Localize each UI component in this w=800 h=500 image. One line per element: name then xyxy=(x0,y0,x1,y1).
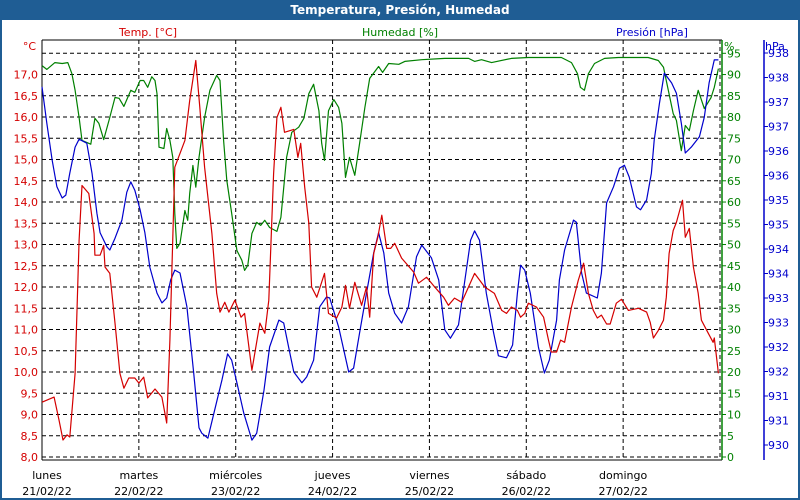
pressure-tick-label: 934 xyxy=(768,243,789,256)
pressure-unit-label: hPa xyxy=(765,40,785,53)
series-lines xyxy=(41,56,719,441)
day-name-label: domingo xyxy=(599,469,647,482)
humidity-tick-label: 15 xyxy=(727,387,741,400)
grid xyxy=(42,40,721,460)
humidity-tick-label: 25 xyxy=(727,345,741,358)
day-date-label: 27/02/22 xyxy=(598,485,647,498)
day-name-label: jueves xyxy=(314,469,351,482)
humidity-series-title: Humedad [%] xyxy=(362,26,438,39)
humidity-tick-label: 40 xyxy=(727,281,741,294)
pressure-tick-label: 933 xyxy=(768,292,789,305)
humidity-tick-label: 10 xyxy=(727,409,741,422)
pressure-tick-label: 935 xyxy=(768,219,789,232)
humidity-tick-label: 45 xyxy=(727,260,741,273)
pressure-tick-label: 935 xyxy=(768,194,789,207)
humidity-tick-label: 0 xyxy=(727,451,734,464)
humidity-tick-label: 50 xyxy=(727,239,741,252)
humidity-tick-label: 35 xyxy=(727,302,741,315)
temp-tick-label: 9,5 xyxy=(21,387,39,400)
temp-tick-label: 16,0 xyxy=(14,111,39,124)
pressure-tick-label: 937 xyxy=(768,96,789,109)
pressure-tick-label: 930 xyxy=(768,439,789,452)
temp-tick-label: 16,5 xyxy=(14,90,39,103)
day-name-label: lunes xyxy=(32,469,62,482)
day-name-label: miércoles xyxy=(209,469,262,482)
pressure-tick-label: 937 xyxy=(768,121,789,134)
pressure-series-title: Presión [hPa] xyxy=(616,26,688,39)
weather-chart: lunes 21/02/22 martes 22/02/22 miércoles 23/0… xyxy=(14,26,790,498)
pressure-tick-label: 936 xyxy=(768,170,789,183)
temp-tick-label: 10,5 xyxy=(14,345,39,358)
axis-labels: lunes 21/02/22 martes 22/02/22 miércoles 23/0… xyxy=(14,26,790,498)
temp-tick-label: 13,0 xyxy=(14,239,39,252)
day-date-label: 23/02/22 xyxy=(211,485,260,498)
pressure-tick-label: 931 xyxy=(768,415,789,428)
temp-unit-label: °C xyxy=(23,40,37,53)
pressure-tick-label: 932 xyxy=(768,341,789,354)
temp-tick-label: 8,5 xyxy=(21,430,39,443)
pressure-tick-label: 932 xyxy=(768,366,789,379)
chart-window: Temperatura, Presión, Humedad lunes 21/02… xyxy=(0,0,800,500)
day-date-label: 22/02/22 xyxy=(114,485,163,498)
humidity-tick-label: 75 xyxy=(727,132,741,145)
temp-tick-label: 15,0 xyxy=(14,154,39,167)
humidity-tick-label: 30 xyxy=(727,324,741,337)
temp-tick-label: 15,5 xyxy=(14,132,39,145)
humidity-tick-label: 80 xyxy=(727,111,741,124)
humidity-tick-label: 90 xyxy=(727,69,741,82)
day-date-label: 25/02/22 xyxy=(405,485,454,498)
humidity-tick-label: 85 xyxy=(727,90,741,103)
humidity-tick-label: 55 xyxy=(727,217,741,230)
day-name-label: viernes xyxy=(409,469,449,482)
pressure-tick-label: 938 xyxy=(768,72,789,85)
day-date-label: 26/02/22 xyxy=(502,485,551,498)
day-name-label: martes xyxy=(119,469,158,482)
temp-tick-label: 14,0 xyxy=(14,196,39,209)
day-name-label: sábado xyxy=(506,469,546,482)
temp-tick-label: 12,5 xyxy=(14,260,39,273)
humidity-tick-label: 70 xyxy=(727,154,741,167)
temp-tick-label: 11,5 xyxy=(14,302,39,315)
pressure-tick-label: 931 xyxy=(768,390,789,403)
temp-tick-label: 8,0 xyxy=(21,451,39,464)
pressure-tick-label: 934 xyxy=(768,268,789,281)
day-date-label: 24/02/22 xyxy=(308,485,357,498)
temp-tick-label: 13,5 xyxy=(14,217,39,230)
day-date-label: 21/02/22 xyxy=(22,485,71,498)
humidity-tick-label: 65 xyxy=(727,175,741,188)
humidity-tick-label: 5 xyxy=(727,430,734,443)
temp-tick-label: 10,0 xyxy=(14,366,39,379)
humidity-tick-label: 60 xyxy=(727,196,741,209)
humidity-unit-label: % xyxy=(724,40,734,53)
temp-tick-label: 17,0 xyxy=(14,69,39,82)
temp-tick-label: 9,0 xyxy=(21,409,39,422)
temp-tick-label: 12,0 xyxy=(14,281,39,294)
pressure-tick-label: 933 xyxy=(768,317,789,330)
temp-tick-label: 11,0 xyxy=(14,324,39,337)
temp-tick-label: 14,5 xyxy=(14,175,39,188)
humidity-tick-label: 20 xyxy=(727,366,741,379)
temp-series-title: Temp. [°C] xyxy=(118,26,177,39)
pressure-tick-label: 936 xyxy=(768,145,789,158)
